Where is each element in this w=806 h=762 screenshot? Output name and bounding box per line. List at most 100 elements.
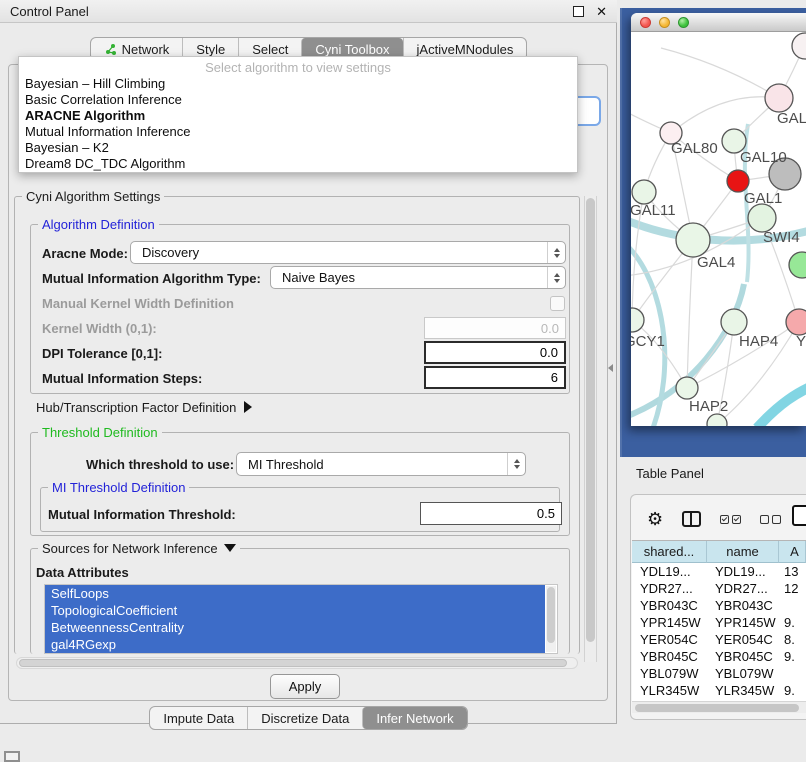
table-row[interactable]: YDL19...YDL19...13	[632, 563, 806, 580]
tab-discretize-data[interactable]: Discretize Data	[247, 707, 362, 729]
dropdown-item-selected[interactable]: ARACNE Algorithm	[19, 108, 577, 124]
hub-definition-label: Hub/Transcription Factor Definition	[36, 400, 236, 415]
table-toolbar: ⚙	[631, 501, 806, 537]
attribute-item-selected[interactable]: gal4RGexp	[45, 636, 545, 653]
algorithm-dropdown-popup: Select algorithm to view settings Bayesi…	[18, 56, 578, 173]
tab-impute-data[interactable]: Impute Data	[150, 707, 247, 729]
combo-arrows	[547, 267, 565, 288]
dropdown-item[interactable]: Bayesian – K2	[19, 140, 577, 156]
attribute-item-selected[interactable]: SelfLoops	[45, 585, 545, 602]
node[interactable]	[765, 84, 793, 112]
node-label: GAL11	[631, 202, 676, 219]
node-gal11[interactable]	[632, 180, 656, 204]
manual-kernel-label: Manual Kernel Width Definition	[42, 296, 234, 311]
mi-type-value: Naive Bayes	[282, 270, 355, 285]
kernel-width-field[interactable]: 0.0	[424, 317, 566, 339]
node-gal10[interactable]	[727, 170, 749, 192]
scrollbar-thumb[interactable]	[586, 198, 595, 642]
node-label: GCY1	[631, 333, 665, 350]
control-panel-titlebar[interactable]: Control Panel ✕	[0, 0, 617, 23]
node-table[interactable]: shared... name A YDL19...YDL19...13 YDR2…	[632, 540, 806, 701]
node-label: HAP4	[739, 333, 778, 350]
minimize-traffic-light[interactable]	[659, 17, 670, 28]
aracne-mode-label: Aracne Mode:	[42, 246, 128, 261]
node-gal4[interactable]	[676, 223, 710, 257]
control-panel-title: Control Panel	[10, 4, 89, 19]
network-graph-icon	[104, 43, 117, 56]
table-row[interactable]: YER054CYER054C8.	[632, 631, 806, 648]
tab-label: Impute Data	[163, 711, 234, 726]
scrollbar-thumb[interactable]	[635, 704, 799, 712]
settings-vertical-scrollbar[interactable]	[584, 196, 597, 662]
apply-button[interactable]: Apply	[270, 674, 340, 699]
scrollbar-thumb[interactable]	[547, 587, 555, 643]
node-hap2[interactable]	[676, 377, 698, 399]
collapse-down-icon[interactable]	[224, 544, 236, 552]
expand-right-icon[interactable]	[244, 401, 252, 413]
table-row[interactable]: YBR045CYBR045C9.	[632, 648, 806, 665]
sources-title: Sources for Network Inference	[42, 541, 218, 556]
tab-label: Network	[122, 42, 170, 57]
new-table-icon[interactable]	[792, 505, 806, 526]
mi-steps-field[interactable]: 6	[424, 366, 566, 389]
float-window-icon[interactable]	[573, 6, 584, 17]
tab-infer-network[interactable]: Infer Network	[362, 707, 466, 729]
scrollbar-thumb[interactable]	[19, 659, 567, 667]
attribute-list-scrollbar[interactable]	[546, 586, 556, 652]
dropdown-item[interactable]: Bayesian – Hill Climbing	[19, 76, 577, 92]
node[interactable]	[786, 309, 806, 335]
dropdown-item[interactable]: Basic Correlation Inference	[19, 92, 577, 108]
dropdown-item[interactable]: Mutual Information Inference	[19, 124, 577, 140]
mi-type-select[interactable]: Naive Bayes	[270, 266, 566, 289]
table-row[interactable]: YLR345WYLR345W9.	[632, 682, 806, 699]
node-label: SWI4	[763, 229, 800, 246]
clipped-corner-widget[interactable]	[4, 751, 20, 762]
network-window-titlebar[interactable]	[631, 13, 806, 32]
attribute-item-selected[interactable]: BetweennessCentrality	[45, 619, 545, 636]
table-row[interactable]: YBR043CYBR043C	[632, 597, 806, 614]
node[interactable]	[789, 252, 806, 278]
dpi-tolerance-label: DPI Tolerance [0,1]:	[42, 346, 162, 361]
dropdown-item[interactable]: Dream8 DC_TDC Algorithm	[19, 156, 577, 172]
data-attributes-label: Data Attributes	[36, 565, 129, 580]
node-hap4[interactable]	[721, 309, 747, 335]
node-gal1[interactable]	[748, 204, 776, 232]
table-row[interactable]: YDR27...YDR27...12	[632, 580, 806, 597]
node-label: GAL10	[740, 149, 787, 166]
tab-label: Discretize Data	[261, 711, 349, 726]
aracne-mode-select[interactable]: Discovery	[130, 241, 566, 264]
panel-splitter-handle[interactable]	[608, 364, 613, 372]
aracne-mode-value: Discovery	[142, 245, 199, 260]
manual-kernel-checkbox[interactable]	[550, 296, 565, 311]
gear-icon[interactable]: ⚙	[647, 510, 663, 528]
node[interactable]	[792, 33, 806, 59]
mi-threshold-label: Mutual Information Threshold:	[48, 507, 236, 522]
tab-label: Select	[252, 42, 288, 57]
column-header-shared-name[interactable]: shared...	[632, 541, 707, 563]
column-header-clipped[interactable]: A	[779, 541, 806, 563]
mi-threshold-field[interactable]: 0.5	[420, 502, 562, 525]
table-row[interactable]: YBL079WYBL079W	[632, 665, 806, 682]
settings-horizontal-scrollbar[interactable]	[16, 657, 578, 669]
attribute-item-selected[interactable]: TopologicalCoefficient	[45, 602, 545, 619]
sources-toggle[interactable]: Sources for Network Inference	[38, 541, 240, 556]
combo-arrows	[547, 242, 565, 263]
table-row[interactable]: YPR145WYPR145W9.	[632, 614, 806, 631]
node[interactable]	[707, 414, 727, 426]
close-icon[interactable]: ✕	[596, 7, 607, 16]
table-panel-header: Table Panel	[620, 458, 806, 488]
close-traffic-light[interactable]	[640, 17, 651, 28]
column-chooser-icon[interactable]	[682, 511, 701, 527]
tab-label: Infer Network	[376, 711, 453, 726]
hub-definition-toggle[interactable]: Hub/Transcription Factor Definition	[36, 400, 252, 415]
select-all-icon[interactable]	[720, 515, 741, 524]
dpi-tolerance-field[interactable]: 0.0	[424, 341, 566, 364]
data-attributes-list[interactable]: SelfLoops TopologicalCoefficient Between…	[44, 584, 558, 654]
network-view-window[interactable]: GAL GAL80 GAL10 GAL1 GAL11 SWI4 GAL4 GCY…	[631, 13, 806, 426]
column-header-name[interactable]: name	[707, 541, 779, 563]
which-threshold-select[interactable]: MI Threshold	[236, 452, 526, 476]
deselect-all-icon[interactable]	[760, 515, 781, 524]
zoom-traffic-light[interactable]	[678, 17, 689, 28]
network-canvas[interactable]: GAL GAL80 GAL10 GAL1 GAL11 SWI4 GAL4 GCY…	[631, 32, 806, 426]
table-horizontal-scrollbar[interactable]	[632, 701, 806, 713]
